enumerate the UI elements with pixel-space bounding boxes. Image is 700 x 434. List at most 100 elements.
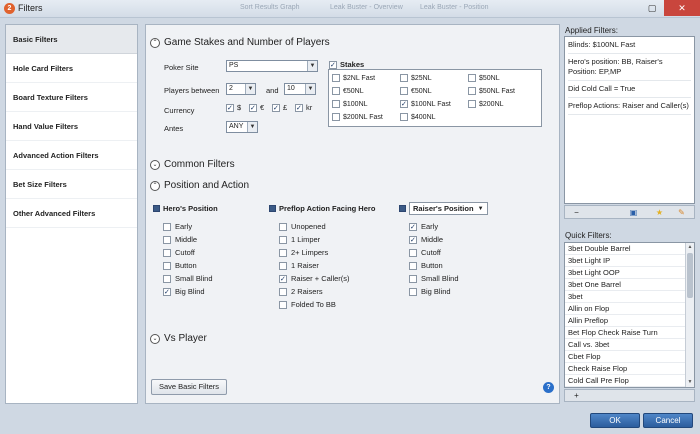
hero-position-option[interactable]: Middle [163,235,197,244]
select-all-checkbox[interactable] [153,205,160,212]
preflop-action-option[interactable]: Folded To BB [279,300,336,309]
sidebar-item-board-texture-filters[interactable]: Board Texture Filters [6,83,137,112]
ok-button[interactable]: OK [590,413,640,428]
quick-filter-item[interactable]: 3bet Light IP [565,255,685,267]
stake-option[interactable]: €50NL [400,87,432,95]
expand-icon: ⌄ [150,333,160,344]
quick-filters-scrollbar[interactable]: ▲ ▼ [685,243,694,387]
raisers-position-select[interactable]: Raiser's Position ▼ [409,202,488,215]
quick-filter-item[interactable]: Check Raise Flop [565,363,685,375]
stake-option[interactable]: $2NL Fast [332,74,375,82]
raiser-position-option[interactable]: Cutoff [409,248,441,257]
raiser-position-option[interactable]: Early [409,222,438,231]
star-icon[interactable]: ★ [655,208,664,217]
stake-option[interactable]: $400NL [400,113,436,121]
preflop-action-option[interactable]: Unopened [279,222,326,231]
sidebar-item-hand-value-filters[interactable]: Hand Value Filters [6,112,137,141]
applied-filter-item[interactable]: Blinds: $100NL Fast [568,39,691,54]
scroll-thumb[interactable] [687,253,693,298]
section-title: Common Filters [164,159,235,170]
save-icon[interactable]: ▣ [629,208,638,217]
common-filters-section-header[interactable]: ⌄ Common Filters [150,159,235,170]
preflop-action-option[interactable]: 1 Raiser [279,261,319,270]
quick-filter-item[interactable]: 3bet Light OOP [565,267,685,279]
currency-dollar[interactable]: $ [226,103,241,112]
close-button[interactable]: ✕ [664,0,700,16]
stake-option[interactable]: $50NL [468,74,500,82]
stake-option[interactable]: $100NL [332,100,368,108]
checkbox[interactable] [226,103,234,112]
raiser-position-option[interactable]: Small Blind [409,274,459,283]
stake-option[interactable]: $100NL Fast [400,100,451,108]
help-icon[interactable]: ? [543,382,554,393]
edit-icon[interactable]: ✎ [677,208,686,217]
raisers-position-header[interactable]: Raiser's Position ▼ [399,202,488,215]
stake-option[interactable]: $200NL [468,100,504,108]
quick-filter-item[interactable]: Allin on Flop [565,303,685,315]
sidebar-item-bet-size-filters[interactable]: Bet Size Filters [6,170,137,199]
quick-filter-item[interactable]: 3bet One Barrel [565,279,685,291]
remove-icon[interactable]: − [572,208,581,217]
stakes-all-checkbox[interactable] [329,60,337,69]
checkbox[interactable] [295,103,303,112]
quick-filter-item[interactable]: 3bet [565,291,685,303]
quick-filters-title: Quick Filters: [565,231,612,240]
hero-position-option[interactable]: Cutoff [163,248,195,257]
currency-krona[interactable]: kr [295,103,312,112]
checkbox[interactable] [249,103,257,112]
sidebar-item-hole-card-filters[interactable]: Hole Card Filters [6,54,137,83]
quick-filter-item[interactable]: Call vs. 3bet [565,339,685,351]
hero-position-option[interactable]: Early [163,222,192,231]
applied-filter-item[interactable]: Preflop Actions: Raiser and Caller(s) [568,100,691,115]
players-max-select[interactable]: 10 ▼ [284,83,316,95]
currency-euro[interactable]: € [249,103,264,112]
poker-site-select[interactable]: PS ▼ [226,60,318,72]
antes-select[interactable]: ANY ▼ [226,121,258,133]
sidebar-item-other-advanced-filters[interactable]: Other Advanced Filters [6,199,137,228]
quick-filter-item[interactable]: Bet Flop Check Raise Turn [565,327,685,339]
scroll-down-icon[interactable]: ▼ [686,378,694,387]
and-label: and [266,86,279,95]
add-icon[interactable]: + [572,391,581,400]
quick-filter-item[interactable]: Cbet Flop [565,351,685,363]
applied-filter-item[interactable]: Did Cold Call = True [568,83,691,98]
save-basic-filters-button[interactable]: Save Basic Filters [151,379,227,395]
quick-filter-item[interactable]: Cold Call Pre Flop [565,375,685,387]
checkbox[interactable] [272,103,280,112]
stake-option[interactable]: €50NL [332,87,364,95]
quick-filter-item[interactable]: 3bet Double Barrel [565,243,685,255]
collapse-icon: ⌃ [150,180,160,191]
preflop-action-option[interactable]: 2 Raisers [279,287,323,296]
section-title: Vs Player [164,333,207,344]
stakes-header[interactable]: Stakes [329,60,364,69]
quick-filter-item[interactable]: Allin Preflop [565,315,685,327]
preflop-action-option[interactable]: Raiser + Caller(s) [279,274,350,283]
preflop-action-option[interactable]: 1 Limper [279,235,320,244]
heros-position-header[interactable]: Hero's Position [153,204,218,213]
stake-option[interactable]: $25NL [400,74,432,82]
raiser-position-option[interactable]: Big Blind [409,287,451,296]
players-min-select[interactable]: 2 ▼ [226,83,256,95]
hero-position-option[interactable]: Button [163,261,197,270]
preflop-action-option[interactable]: 2+ Limpers [279,248,328,257]
hero-position-option[interactable]: Small Blind [163,274,213,283]
select-all-checkbox[interactable] [399,205,406,212]
currency-pound[interactable]: £ [272,103,287,112]
preflop-action-header[interactable]: Preflop Action Facing Hero [269,204,375,213]
raiser-position-option[interactable]: Button [409,261,443,270]
game-stakes-section-header[interactable]: ⌃ Game Stakes and Number of Players [150,37,330,48]
position-action-section-header[interactable]: ⌃ Position and Action [150,180,249,191]
sidebar-item-basic-filters[interactable]: Basic Filters [6,25,137,54]
sidebar-item-advanced-action-filters[interactable]: Advanced Action Filters [6,141,137,170]
cancel-button[interactable]: Cancel [643,413,693,428]
applied-filter-item[interactable]: Hero's position: BB, Raiser's Position: … [568,56,691,81]
expand-icon: ⌄ [150,159,160,170]
stake-option[interactable]: $50NL Fast [468,87,515,95]
hero-position-option[interactable]: Big Blind [163,287,205,296]
raiser-position-option[interactable]: Middle [409,235,443,244]
select-all-checkbox[interactable] [269,205,276,212]
vs-player-section-header[interactable]: ⌄ Vs Player [150,333,207,344]
scroll-up-icon[interactable]: ▲ [686,243,694,252]
maximize-button[interactable]: ▢ [640,0,664,16]
stake-option[interactable]: $200NL Fast [332,113,383,121]
